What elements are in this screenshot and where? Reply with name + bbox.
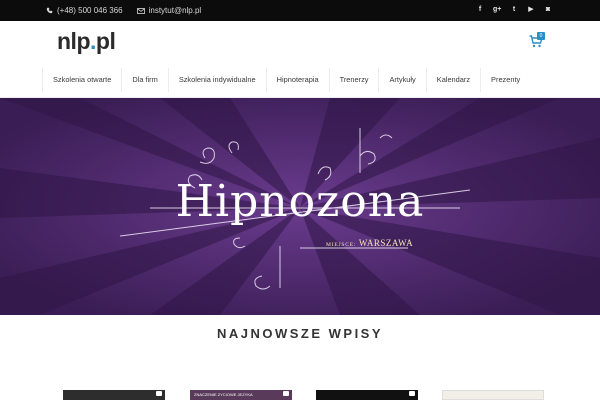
nav-item-kalendarz[interactable]: Kalendarz xyxy=(427,68,482,92)
nav-menu: Szkolenia otwarte Dla firm Szkolenia ind… xyxy=(42,68,530,92)
phone-icon xyxy=(46,7,53,14)
top-bar: (+48) 500 046 366 instytut@nlp.pl f g+ t… xyxy=(0,0,600,21)
post-badge xyxy=(283,391,289,396)
nav-item-prezenty[interactable]: Prezenty xyxy=(481,68,530,92)
nav-item-hipnoterapia[interactable]: Hipnoterapia xyxy=(267,68,330,92)
social-links: f g+ t ▶ ◙ xyxy=(476,5,552,15)
phone-number[interactable]: (+48) 500 046 366 xyxy=(57,6,123,15)
nav-item-artykuly[interactable]: Artykuły xyxy=(379,68,427,92)
latest-posts-heading: NAJNOWSZE WPISY xyxy=(216,326,384,341)
logo-main: nlp xyxy=(57,28,91,54)
contact-info: (+48) 500 046 366 instytut@nlp.pl xyxy=(46,6,201,15)
post-thumbnail-3[interactable] xyxy=(316,390,418,400)
cart-count-badge: 0 xyxy=(537,32,545,40)
location-value: WARSZAWA xyxy=(358,238,414,248)
banner-title: Hipnozona xyxy=(175,176,425,227)
hero-banner[interactable]: Hipnozona MIEJSCE: WARSZAWA xyxy=(0,98,600,315)
post-badge xyxy=(409,391,415,396)
logo-tld: pl xyxy=(95,28,116,54)
nav-item-dla-firm[interactable]: Dla firm xyxy=(122,68,169,92)
post-badge xyxy=(156,391,162,396)
google-plus-icon[interactable]: g+ xyxy=(493,5,501,15)
nav-item-szkolenia-otwarte[interactable]: Szkolenia otwarte xyxy=(42,68,123,92)
facebook-icon[interactable]: f xyxy=(476,5,484,15)
post-thumbnail-caption: ZNACZENIE ZYCIOWE JEZYKA xyxy=(194,392,253,397)
email-link[interactable]: instytut@nlp.pl xyxy=(149,6,202,15)
banner-location: MIEJSCE: WARSZAWA xyxy=(326,238,413,248)
nav-item-trenerzy[interactable]: Trenerzy xyxy=(330,68,380,92)
twitter-icon[interactable]: t xyxy=(510,5,518,15)
post-thumbnail-2[interactable]: ZNACZENIE ZYCIOWE JEZYKA xyxy=(190,390,292,400)
nav-item-szkolenia-indywidualne[interactable]: Szkolenia indywidualne xyxy=(169,68,267,92)
main-navigation: Szkolenia otwarte Dla firm Szkolenia ind… xyxy=(0,61,600,98)
location-label: MIEJSCE: xyxy=(326,242,357,248)
site-header: nlp.pl 0 xyxy=(0,21,600,61)
post-thumbnail-4[interactable] xyxy=(442,390,544,400)
post-thumbnail-1[interactable] xyxy=(63,390,165,400)
youtube-icon[interactable]: ▶ xyxy=(527,5,535,15)
email-icon xyxy=(136,7,145,14)
instagram-icon[interactable]: ◙ xyxy=(544,5,552,15)
site-logo[interactable]: nlp.pl xyxy=(57,28,116,55)
